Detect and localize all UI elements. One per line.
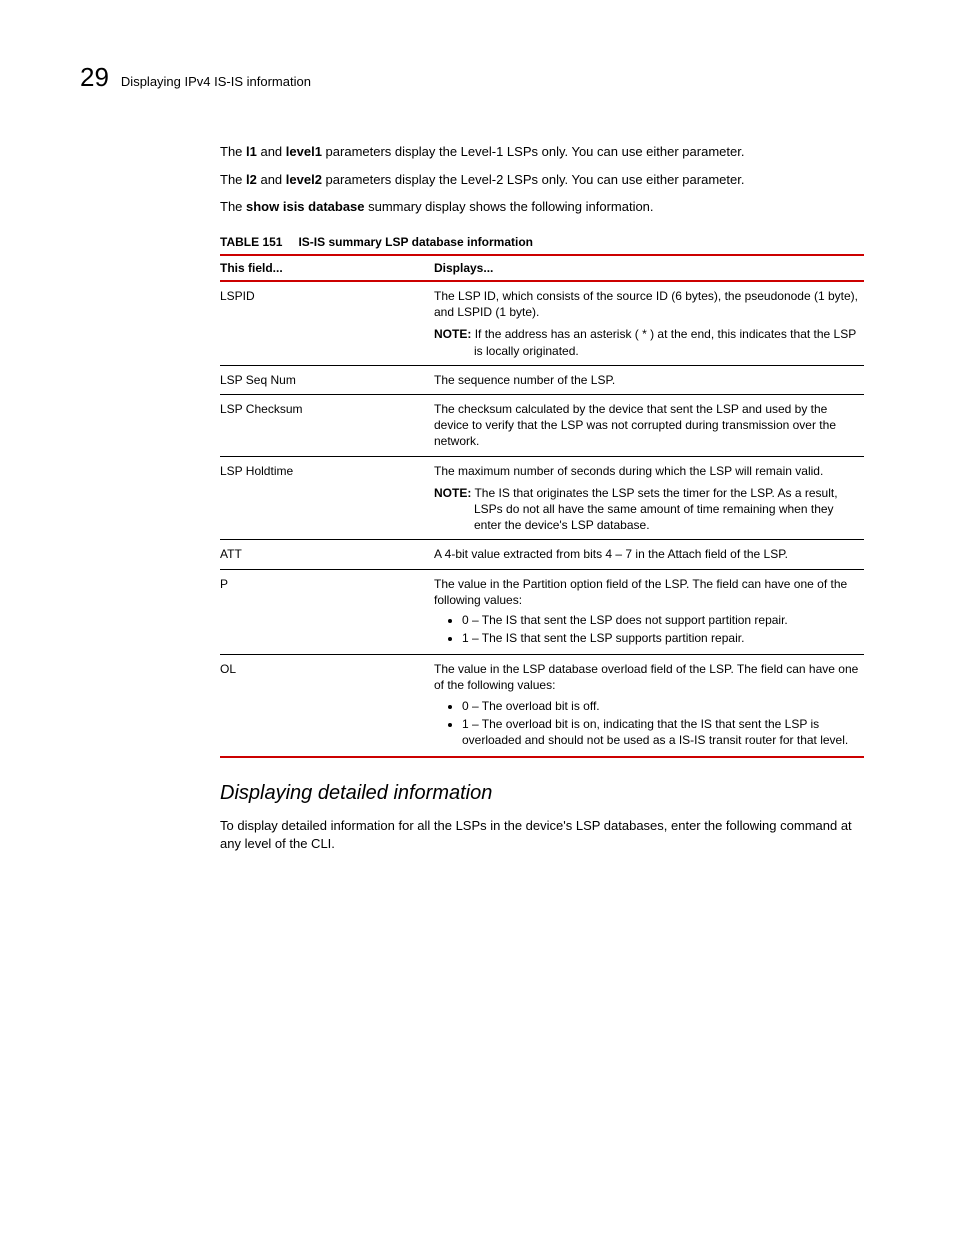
cell-displays: The value in the Partition option field … (434, 569, 864, 655)
table-row: LSP Holdtime The maximum number of secon… (220, 456, 864, 540)
keyword-l2: l2 (246, 172, 257, 187)
table-row: OL The value in the LSP database overloa… (220, 655, 864, 757)
table-row: ATT A 4-bit value extracted from bits 4 … (220, 540, 864, 569)
isis-summary-table: This field... Displays... LSPID The LSP … (220, 254, 864, 758)
bullet-list: 0 – The overload bit is off. 1 – The ove… (434, 698, 860, 749)
cell-field: OL (220, 655, 434, 757)
note-text: The IS that originates the LSP sets the … (474, 486, 838, 532)
table-caption: TABLE 151 IS-IS summary LSP database info… (220, 234, 864, 250)
cell-body: The value in the Partition option field … (434, 576, 860, 608)
table-row: LSP Checksum The checksum calculated by … (220, 395, 864, 457)
chapter-number: 29 (80, 60, 109, 95)
text: parameters display the Level-2 LSPs only… (322, 172, 745, 187)
note: NOTE: If the address has an asterisk ( *… (434, 326, 860, 358)
col-header-field: This field... (220, 255, 434, 281)
note-label: NOTE: (434, 327, 471, 341)
cell-displays: The checksum calculated by the device th… (434, 395, 864, 457)
list-item: 0 – The IS that sent the LSP does not su… (462, 612, 860, 628)
cell-displays: The sequence number of the LSP. (434, 365, 864, 394)
text: and (257, 144, 286, 159)
cell-body: The maximum number of seconds during whi… (434, 463, 860, 479)
col-header-displays: Displays... (434, 255, 864, 281)
table-row: LSP Seq Num The sequence number of the L… (220, 365, 864, 394)
cell-field: LSPID (220, 281, 434, 365)
cell-displays: The maximum number of seconds during whi… (434, 456, 864, 540)
cell-field: LSP Checksum (220, 395, 434, 457)
list-item: 1 – The overload bit is on, indicating t… (462, 716, 860, 748)
running-header: 29 Displaying IPv4 IS-IS information (80, 60, 864, 95)
keyword-level1: level1 (286, 144, 322, 159)
text: summary display shows the following info… (365, 199, 654, 214)
paragraph-show-isis: The show isis database summary display s… (220, 198, 864, 216)
page: 29 Displaying IPv4 IS-IS information The… (0, 0, 954, 1235)
cell-displays: A 4-bit value extracted from bits 4 – 7 … (434, 540, 864, 569)
text: and (257, 172, 286, 187)
table-title: IS-IS summary LSP database information (298, 235, 533, 249)
paragraph-l1: The l1 and level1 parameters display the… (220, 143, 864, 161)
main-content: The l1 and level1 parameters display the… (220, 143, 864, 852)
bullet-list: 0 – The IS that sent the LSP does not su… (434, 612, 860, 646)
table-header-row: This field... Displays... (220, 255, 864, 281)
note-label: NOTE: (434, 486, 471, 500)
list-item: 1 – The IS that sent the LSP supports pa… (462, 630, 860, 646)
note: NOTE: The IS that originates the LSP set… (434, 485, 860, 534)
cell-field: LSP Holdtime (220, 456, 434, 540)
cell-field: LSP Seq Num (220, 365, 434, 394)
cell-displays: The value in the LSP database overload f… (434, 655, 864, 757)
cell-field: ATT (220, 540, 434, 569)
text: The (220, 199, 246, 214)
table-row: P The value in the Partition option fiel… (220, 569, 864, 655)
text: The (220, 172, 246, 187)
keyword-level2: level2 (286, 172, 322, 187)
cell-body: The value in the LSP database overload f… (434, 661, 860, 693)
note-text: If the address has an asterisk ( * ) at … (474, 327, 856, 357)
paragraph-detailed-intro: To display detailed information for all … (220, 817, 864, 852)
paragraph-l2: The l2 and level2 parameters display the… (220, 171, 864, 189)
table-label: TABLE 151 (220, 235, 282, 249)
section-heading-displaying-detailed: Displaying detailed information (220, 780, 864, 807)
cell-body: The LSP ID, which consists of the source… (434, 288, 860, 320)
cell-displays: The LSP ID, which consists of the source… (434, 281, 864, 365)
keyword-l1: l1 (246, 144, 257, 159)
command-show-isis-database: show isis database (246, 199, 365, 214)
table-row: LSPID The LSP ID, which consists of the … (220, 281, 864, 365)
text: The (220, 144, 246, 159)
text: parameters display the Level-1 LSPs only… (322, 144, 745, 159)
list-item: 0 – The overload bit is off. (462, 698, 860, 714)
chapter-title: Displaying IPv4 IS-IS information (121, 73, 311, 91)
cell-field: P (220, 569, 434, 655)
